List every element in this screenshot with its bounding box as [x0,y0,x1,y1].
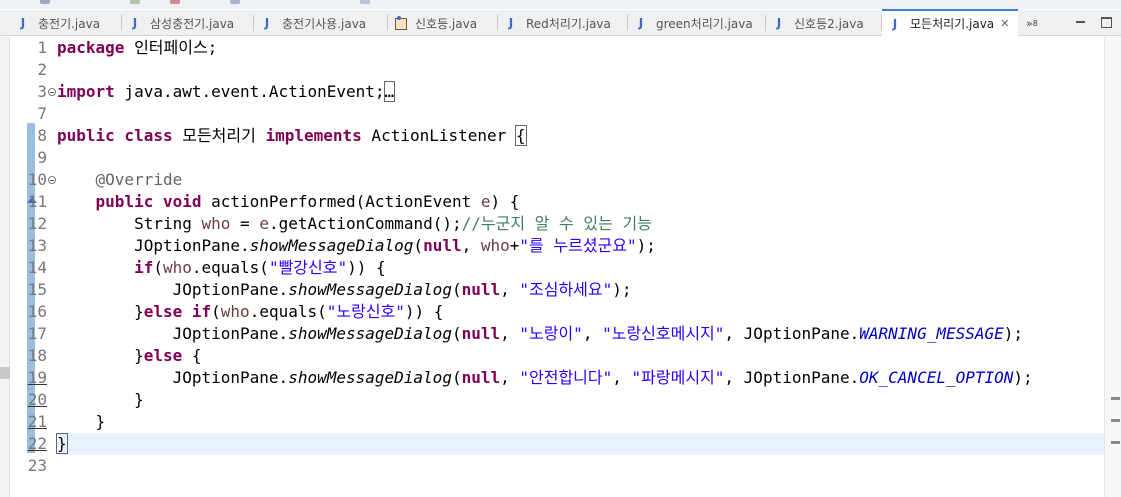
tab-label: 충전기.java [38,16,101,31]
line-number: 3 [37,82,47,101]
editor-tab-bar: J 충전기.java J 삼성충전기.java J 충전기사용.java 신호등… [0,9,1121,36]
line-number: 2 [37,60,47,79]
toolbar-icon[interactable] [130,0,140,4]
overview-marker[interactable] [1111,441,1120,444]
java-file-icon: J [264,16,270,30]
toolbar-strip [0,0,1121,9]
tab-green-handler[interactable]: J green처리기.java [628,10,766,36]
tab-traffic-light-2[interactable]: J 신호등2.java [766,10,882,36]
line-number-gutter: 1 2 3 7 8 9 10 11 12 13 14 15 16 17 18 1… [10,37,57,497]
toolbar-icon[interactable] [170,0,180,4]
line-number: 13 [27,236,47,255]
java-file-icon: J [508,16,514,30]
fold-toggle-icon[interactable] [48,88,56,96]
line-number: 21 [27,412,47,431]
toolbar-icon[interactable] [40,0,50,4]
line-number: 18 [27,346,47,365]
ruler-marker [0,367,10,379]
tab-label: Red처리기.java [526,16,611,31]
overview-marker[interactable] [1111,419,1120,422]
code-line: JOptionPane.showMessageDialog(null, "노랑이… [172,324,1024,343]
java-file-icon: J [20,16,26,30]
tab-overflow-button[interactable]: » 8 [1026,10,1038,36]
matching-bracket: { [514,125,527,146]
code-line: public void actionPerformed(ActionEvent … [95,192,520,211]
hidden-tab-count: 8 [1032,18,1038,28]
tab-label: 충전기사용.java [282,16,367,31]
code-line: import java.awt.event.ActionEvent;… [57,81,396,102]
java-file-icon: J [638,16,644,30]
fold-toggle-icon[interactable] [48,176,56,184]
java-file-icon: J [776,16,782,30]
line-number: 10 [27,170,47,189]
line-number: 7 [37,104,47,123]
code-line: }else if(who.equals("노랑신호")) { [134,302,444,321]
line-number: 1 [37,38,47,57]
code-line: } [134,390,144,409]
code-editor[interactable]: 1 2 3 7 8 9 10 11 12 13 14 15 16 17 18 1… [0,37,1121,497]
close-icon[interactable]: ✕ [1000,17,1009,30]
tab-label: 삼성충전기.java [150,16,235,31]
matching-bracket: } [56,433,68,454]
code-line: JOptionPane.showMessageDialog(null, "안전합… [172,368,1033,387]
folded-imports-indicator[interactable]: … [383,81,396,102]
tab-label: green처리기.java [656,16,753,31]
tab-traffic-light[interactable]: 신호등.java [388,10,498,36]
current-code-line: } [56,433,1104,455]
code-line: JOptionPane.showMessageDialog(null, "조심하… [172,280,632,299]
line-number: 20 [27,390,47,409]
code-line: JOptionPane.showMessageDialog(null, who+… [134,236,656,255]
toolbar-icon[interactable] [230,0,240,4]
line-number: 23 [27,456,47,475]
code-line: @Override [95,170,183,189]
line-number: 14 [27,258,47,277]
overview-marker[interactable] [1111,397,1120,400]
line-number: 15 [27,280,47,299]
tab-label: 신호등.java [415,16,478,31]
minimize-button[interactable] [1074,15,1088,29]
code-line: String who = e.getActionCommand();//누군지 … [134,214,652,233]
vertical-ruler [0,37,10,497]
java-file-icon: J [132,16,138,30]
line-number: 12 [27,214,47,233]
line-number: 22 [27,434,47,453]
code-line: } [95,412,106,431]
code-line: }else { [134,346,202,365]
code-line: public class 모든처리기 implements ActionList… [57,125,527,146]
line-number: 17 [27,324,47,343]
line-number: 11 [27,192,47,211]
line-number: 16 [27,302,47,321]
line-number: 9 [37,148,47,167]
java-file-icon: J [892,16,898,31]
tab-label: 신호등2.java [794,16,864,31]
tab-red-handler[interactable]: J Red처리기.java [498,10,628,36]
tab-samsung-charger[interactable]: J 삼성충전기.java [122,10,254,36]
tab-charger[interactable]: J 충전기.java [10,10,122,36]
line-number: 8 [37,126,47,145]
toolbar-icon[interactable] [360,0,370,4]
chevron-right-icon: » [1026,16,1033,30]
tab-label: 모든처리기.java [910,17,995,31]
code-text-area[interactable]: package 인터페이스; import java.awt.event.Act… [56,37,1104,497]
tab-all-handler[interactable]: J 모든처리기.java ✕ [882,9,1018,36]
line-number: 19 [27,368,47,387]
overview-ruler[interactable] [1104,37,1121,497]
tab-charger-usage[interactable]: J 충전기사용.java [254,10,388,36]
code-line: if(who.equals("빨강신호")) { [134,258,386,277]
java-class-main-icon [394,16,408,30]
code-line: package 인터페이스; [57,38,218,57]
maximize-button[interactable] [1099,15,1113,29]
